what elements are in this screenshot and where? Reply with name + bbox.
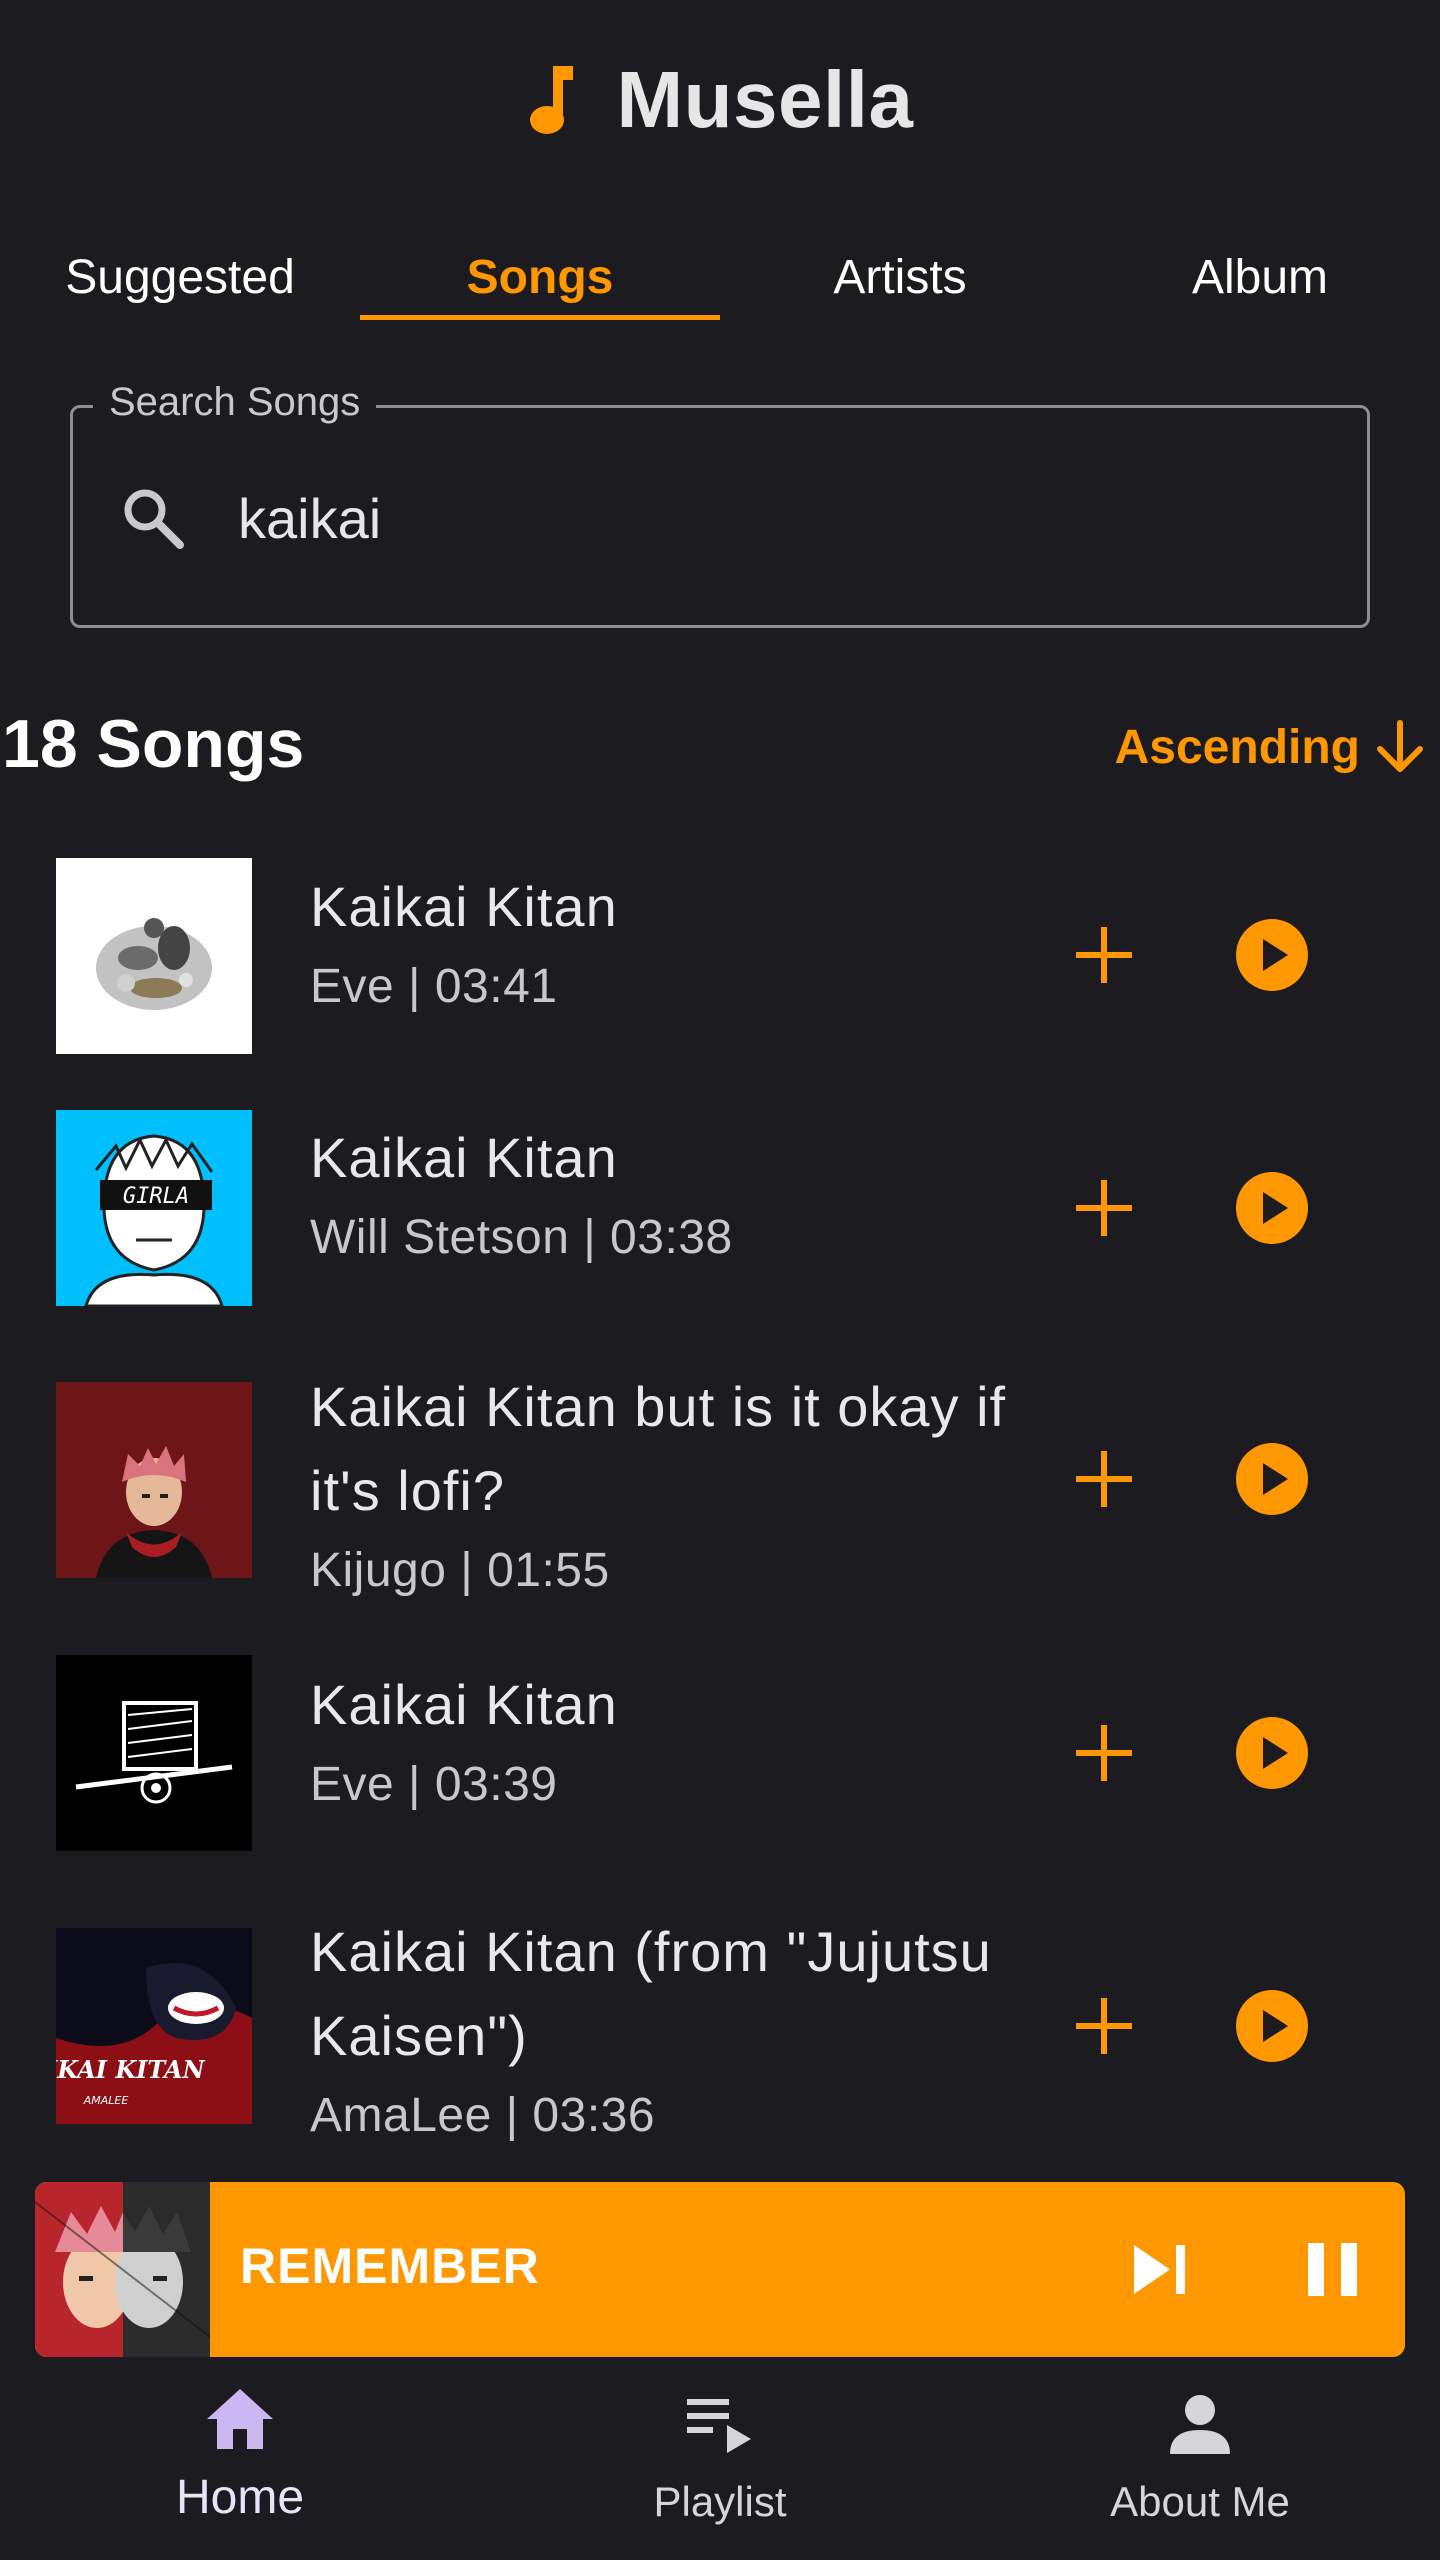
- song-text: Kaikai Kitan Eve | 03:39: [310, 1663, 1010, 1823]
- song-text: Kaikai Kitan Will Stetson | 03:38: [310, 1116, 1010, 1276]
- nav-about-me-label: About Me: [1110, 2478, 1290, 2525]
- add-icon[interactable]: [1068, 1990, 1140, 2062]
- list-item[interactable]: Kaikai Kitan but is it okay if it's lofi…: [0, 1365, 1440, 1597]
- add-icon[interactable]: [1068, 1717, 1140, 1789]
- sort-button[interactable]: Ascending: [1115, 717, 1430, 777]
- song-title: Kaikai Kitan but is it okay if it's lofi…: [310, 1375, 1007, 1522]
- app-header: Musella: [0, 45, 1440, 155]
- search-icon: [124, 489, 184, 549]
- song-title: Kaikai Kitan: [310, 1673, 618, 1736]
- album-cover: [56, 1382, 252, 1578]
- list-item[interactable]: KAIKAI KITAN AMALEE Kaikai Kitan (from "…: [0, 1910, 1440, 2142]
- add-icon[interactable]: [1068, 1443, 1140, 1515]
- tab-bar: Suggested Songs Artists Album: [0, 240, 1440, 320]
- arrow-down-icon: [1377, 720, 1423, 772]
- song-meta: AmaLee | 03:36: [310, 2089, 656, 2142]
- album-cover: [56, 858, 252, 1054]
- list-item[interactable]: Kaikai Kitan Eve | 03:41: [0, 855, 1440, 1055]
- play-icon[interactable]: [1234, 1715, 1310, 1791]
- list-item[interactable]: Kaikai Kitan Eve | 03:39: [0, 1655, 1440, 1855]
- nav-playlist[interactable]: Playlist: [480, 2370, 960, 2560]
- sort-label: Ascending: [1114, 720, 1360, 774]
- nav-home[interactable]: Home: [0, 2370, 480, 2560]
- now-playing-title: REMEMBER: [240, 2238, 540, 2294]
- home-icon: [207, 2389, 273, 2449]
- cover-subtext: AMALEE: [83, 2094, 129, 2107]
- song-title: Kaikai Kitan (from "Jujutsu Kaisen"): [310, 1920, 992, 2067]
- play-icon[interactable]: [1234, 1170, 1310, 1246]
- album-cover: KAIKAI KITAN AMALEE: [56, 1928, 252, 2124]
- song-text: Kaikai Kitan Eve | 03:41: [310, 865, 1010, 1025]
- song-count: 18 Songs: [2, 706, 305, 782]
- nav-about-me[interactable]: About Me: [960, 2370, 1440, 2560]
- search-input[interactable]: [238, 468, 1318, 568]
- tab-artists[interactable]: Artists: [720, 240, 1080, 320]
- play-icon[interactable]: [1234, 917, 1310, 993]
- album-cover: GIRLA: [56, 1110, 252, 1306]
- nav-playlist-label: Playlist: [653, 2478, 787, 2525]
- song-meta: Will Stetson | 03:38: [310, 1211, 733, 1264]
- now-playing-bar[interactable]: REMEMBER: [35, 2182, 1405, 2357]
- nav-home-label: Home: [175, 2471, 305, 2524]
- app-title: Musella: [616, 55, 914, 144]
- album-cover: [56, 1655, 252, 1851]
- add-icon[interactable]: [1068, 1172, 1140, 1244]
- list-header: 18 Songs Ascending: [0, 705, 1440, 795]
- bottom-navigation: Home Playlist About Me: [0, 2370, 1440, 2560]
- song-meta: Eve | 03:41: [310, 960, 558, 1013]
- search-label: Search Songs: [93, 380, 377, 425]
- music-note-icon: [529, 66, 573, 134]
- song-meta: Kijugo | 01:55: [310, 1544, 610, 1597]
- tab-songs[interactable]: Songs: [360, 240, 720, 320]
- person-icon: [1170, 2395, 1230, 2454]
- tab-suggested[interactable]: Suggested: [0, 240, 360, 320]
- pause-icon[interactable]: [1290, 2227, 1375, 2312]
- playlist-play-icon: [687, 2399, 751, 2453]
- skip-next-icon[interactable]: [1120, 2227, 1205, 2312]
- song-text: Kaikai Kitan but is it okay if it's lofi…: [310, 1365, 1010, 1609]
- tab-album[interactable]: Album: [1080, 240, 1440, 320]
- song-meta: Eve | 03:39: [310, 1758, 558, 1811]
- play-icon[interactable]: [1234, 1441, 1310, 1517]
- play-icon[interactable]: [1234, 1988, 1310, 2064]
- now-playing-cover: [35, 2182, 210, 2357]
- list-item[interactable]: GIRLA Kaikai Kitan Will Stetson | 03:38: [0, 1108, 1440, 1308]
- add-icon[interactable]: [1068, 919, 1140, 991]
- search-field[interactable]: Search Songs: [70, 380, 1370, 628]
- cover-text: KAIKAI KITAN: [56, 2055, 206, 2084]
- app-root: Musella Suggested Songs Artists Album Se…: [0, 0, 1440, 2560]
- song-title: Kaikai Kitan: [310, 875, 618, 938]
- song-title: Kaikai Kitan: [310, 1126, 618, 1189]
- song-text: Kaikai Kitan (from "Jujutsu Kaisen") Ama…: [310, 1910, 1010, 2154]
- cover-text: GIRLA: [123, 1184, 189, 1209]
